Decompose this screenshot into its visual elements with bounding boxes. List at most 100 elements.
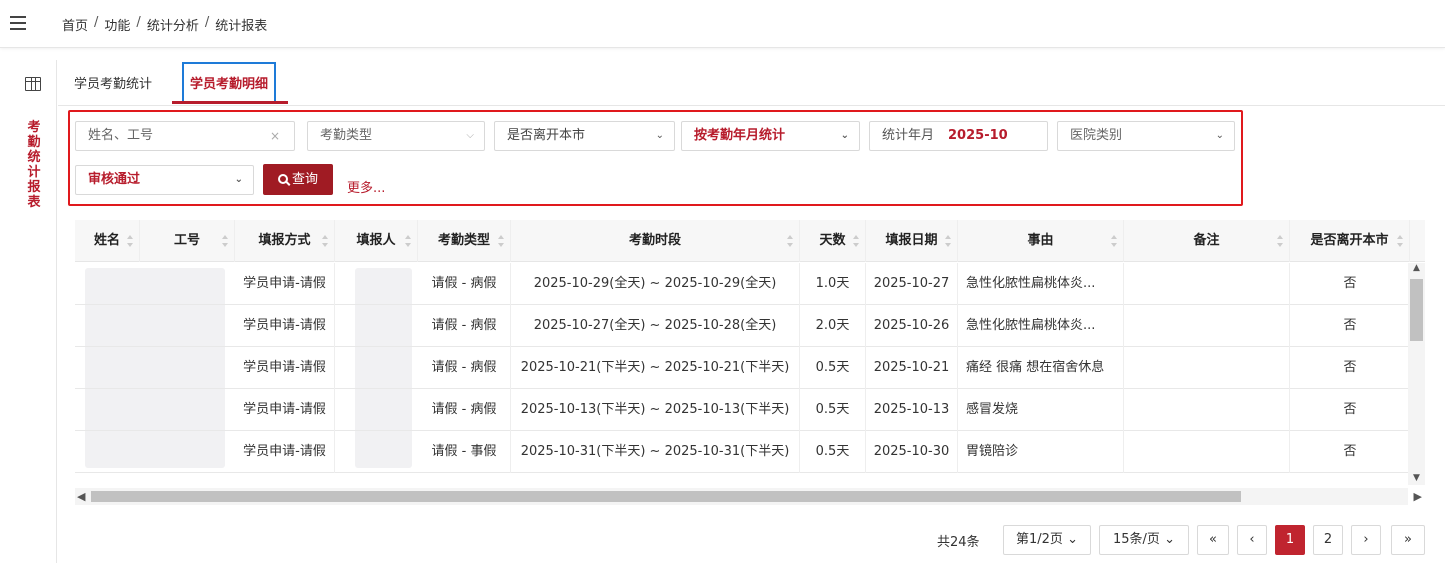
column-header-days[interactable]: 天数 [800,220,866,262]
breadcrumb-statistics[interactable]: 统计分析 [147,15,199,34]
audit-status-label: 审核通过 [88,172,141,187]
column-header-id[interactable]: 工号 [140,220,235,262]
column-header-label: 考勤类型 [437,233,490,248]
page-size-label: 15条/页 [1113,532,1160,547]
column-header-date[interactable]: 填报日期 [866,220,958,262]
cell-leave-city: 否 [1343,276,1357,291]
last-page-button[interactable]: » [1391,525,1425,555]
chevron-down-icon: ⌄ [234,174,243,185]
hospital-type-select[interactable]: 医院类别 ⌄ [1057,121,1235,151]
sort-icon[interactable] [853,235,859,247]
sort-icon[interactable] [498,235,504,247]
column-header-remark[interactable]: 备注 [1124,220,1290,262]
chevron-down-icon: ⌄ [1215,130,1224,141]
cell-method: 学员申请-请假 [235,347,335,389]
horizontal-scrollbar[interactable]: ◀ ▶ [75,488,1422,505]
sort-icon[interactable] [1397,235,1403,247]
breadcrumb-home[interactable]: 首页 [62,15,88,34]
table-header: 姓名 工号 填报方式 填报人 考勤类型 考勤时段 天数 填报日期 事由 备注 是… [75,220,1425,262]
sort-icon[interactable] [322,235,328,247]
first-page-button[interactable]: « [1197,525,1229,555]
cell-period: 2025-10-13(下半天) ~ 2025-10-13(下半天) [511,389,800,431]
page-button-1[interactable]: 1 [1275,525,1305,555]
cell-reason: 痛经 很痛 想在宿舍休息 [958,347,1124,389]
tab-attendance-stats[interactable]: 学员考勤统计 [74,73,152,92]
sort-icon[interactable] [222,235,228,247]
column-header-method[interactable]: 填报方式 [235,220,335,262]
prev-page-button[interactable]: ‹ [1237,525,1267,555]
more-filters-link[interactable]: 更多... [347,177,385,196]
sort-icon[interactable] [1277,235,1283,247]
breadcrumb-function[interactable]: 功能 [104,15,130,34]
table-row[interactable]: 学员申请-请假 请假 - 病假 2025-10-29(全天) ~ 2025-10… [75,263,1410,305]
cell-leave-city: 否 [1343,402,1357,417]
cell-period: 2025-10-27(全天) ~ 2025-10-28(全天) [511,305,800,347]
top-bar: 首页 / 功能 / 统计分析 / 统计报表 [0,0,1445,48]
table-row[interactable]: 学员申请-请假 请假 - 病假 2025-10-27(全天) ~ 2025-10… [75,305,1410,347]
cell-type: 请假 - 病假 [418,347,511,389]
page-button-2[interactable]: 2 [1313,525,1343,555]
table-row[interactable]: 学员申请-请假 请假 - 事假 2025-10-31(下半天) ~ 2025-1… [75,431,1410,473]
cell-type: 请假 - 病假 [418,389,511,431]
attendance-type-select[interactable]: 考勤类型 ⌵ [307,121,485,151]
page-size-select[interactable]: 15条/页 ⌄ [1099,525,1189,555]
scroll-left-icon[interactable]: ◀ [77,488,85,505]
sort-icon[interactable] [405,235,411,247]
column-header-name[interactable]: 姓名 [75,220,140,262]
column-header-label: 是否离开本市 [1310,233,1389,248]
table-row[interactable]: 学员申请-请假 请假 - 病假 2025-10-13(下半天) ~ 2025-1… [75,389,1410,431]
chevron-down-icon: ⌄ [1164,532,1175,547]
cell-days: 0.5天 [800,431,866,473]
scroll-right-icon[interactable]: ▶ [1414,488,1422,505]
column-header-type[interactable]: 考勤类型 [418,220,511,262]
scroll-up-icon[interactable]: ▲ [1408,263,1425,273]
title-char: 报 [27,180,41,195]
sort-icon[interactable] [1111,235,1117,247]
breadcrumb-separator: / [136,15,141,30]
audit-status-select[interactable]: 审核通过 ⌄ [75,165,254,195]
search-button[interactable]: 查询 [263,164,333,195]
next-page-button[interactable]: › [1351,525,1381,555]
sort-icon[interactable] [787,235,793,247]
scrollbar-thumb[interactable] [91,491,1241,502]
active-tab-indicator [172,101,288,104]
column-header-label: 考勤时段 [628,233,681,248]
column-header-period[interactable]: 考勤时段 [511,220,800,262]
column-header-label: 事由 [1027,233,1054,248]
cell-date: 2025-10-26 [866,305,958,347]
breadcrumb: 首页 / 功能 / 统计分析 / 统计报表 [62,15,267,34]
column-header-label: 填报人 [356,233,396,248]
page-select[interactable]: 第1/2页 ⌄ [1003,525,1091,555]
title-char: 统 [27,150,41,165]
stat-mode-select[interactable]: 按考勤年月统计 ⌄ [681,121,860,151]
menu-icon[interactable] [10,16,26,30]
stat-month-input[interactable]: 统计年月 2025-10 [869,121,1048,151]
column-header-reason[interactable]: 事由 [958,220,1124,262]
cell-days: 0.5天 [800,389,866,431]
table-row[interactable]: 学员申请-请假 请假 - 病假 2025-10-21(下半天) ~ 2025-1… [75,347,1410,389]
name-search-input[interactable]: 姓名、工号 × [75,121,295,151]
cell-days: 2.0天 [800,305,866,347]
filter-panel: 姓名、工号 × 考勤类型 ⌵ 是否离开本市 ⌄ 按考勤年月统计 ⌄ 统计年月 20… [68,110,1243,206]
sort-icon[interactable] [127,235,133,247]
table-icon[interactable] [25,77,41,91]
column-header-leave-city[interactable]: 是否离开本市 [1290,220,1410,262]
column-header-label: 填报日期 [885,233,938,248]
cell-method: 学员申请-请假 [235,263,335,305]
cell-remark [1124,389,1290,431]
clear-icon[interactable]: × [270,122,280,150]
cell-reason: 急性化脓性扁桃体炎... [958,305,1124,347]
cell-date: 2025-10-30 [866,431,958,473]
cell-type: 请假 - 病假 [418,305,511,347]
title-char: 勤 [27,135,41,150]
chevron-down-icon: ⌄ [655,130,664,141]
scrollbar-thumb[interactable] [1410,279,1423,341]
leave-city-select[interactable]: 是否离开本市 ⌄ [494,121,675,151]
column-header-reporter[interactable]: 填报人 [335,220,418,262]
scroll-down-icon[interactable]: ▼ [1408,473,1425,483]
sort-icon[interactable] [945,235,951,247]
tab-attendance-detail[interactable]: 学员考勤明细 [182,62,277,103]
cell-reason: 感冒发烧 [958,389,1124,431]
column-header-label: 备注 [1193,233,1220,248]
vertical-scrollbar[interactable]: ▲ ▼ [1408,263,1425,485]
